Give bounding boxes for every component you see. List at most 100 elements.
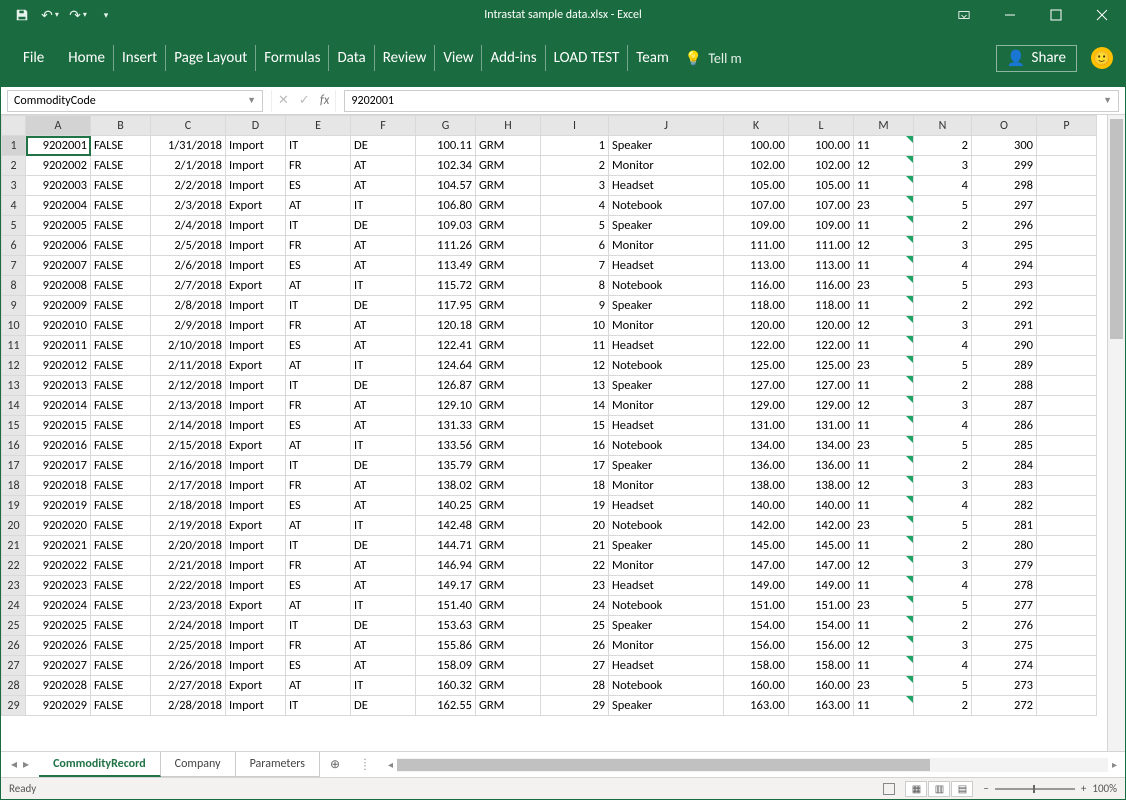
- ribbon-tab-load-test[interactable]: LOAD TEST: [546, 45, 629, 71]
- redo-button[interactable]: ↷▾: [65, 2, 91, 28]
- cell[interactable]: AT: [351, 336, 416, 356]
- cell[interactable]: 133.56: [416, 436, 476, 456]
- column-header[interactable]: M: [854, 116, 914, 136]
- cell[interactable]: 134.00: [724, 436, 789, 456]
- cell[interactable]: 19: [541, 496, 609, 516]
- cell[interactable]: GRM: [476, 556, 541, 576]
- cell[interactable]: Monitor: [609, 476, 724, 496]
- cell[interactable]: Speaker: [609, 216, 724, 236]
- cell[interactable]: 102.00: [789, 156, 854, 176]
- cell[interactable]: Export: [226, 436, 286, 456]
- cell[interactable]: 140.00: [724, 496, 789, 516]
- column-header[interactable]: P: [1037, 116, 1097, 136]
- cell[interactable]: 11: [854, 296, 914, 316]
- cell[interactable]: Monitor: [609, 636, 724, 656]
- cell[interactable]: 11: [854, 216, 914, 236]
- cell[interactable]: 9202021: [26, 536, 91, 556]
- cell[interactable]: 2/8/2018: [151, 296, 226, 316]
- cell[interactable]: 3: [541, 176, 609, 196]
- cell[interactable]: 2/25/2018: [151, 636, 226, 656]
- cell[interactable]: 2/19/2018: [151, 516, 226, 536]
- cell[interactable]: 106.80: [416, 196, 476, 216]
- cell[interactable]: FALSE: [91, 256, 151, 276]
- cell[interactable]: DE: [351, 136, 416, 156]
- cell[interactable]: 8: [541, 276, 609, 296]
- cell[interactable]: Monitor: [609, 396, 724, 416]
- cell[interactable]: GRM: [476, 276, 541, 296]
- sheet-tab[interactable]: Parameters: [236, 752, 320, 777]
- row-header[interactable]: 6: [2, 236, 26, 256]
- column-header[interactable]: O: [972, 116, 1037, 136]
- cell[interactable]: Import: [226, 396, 286, 416]
- cell[interactable]: Import: [226, 296, 286, 316]
- cell[interactable]: 9202017: [26, 456, 91, 476]
- qat-customize-button[interactable]: ▾: [93, 2, 119, 28]
- cell[interactable]: Import: [226, 696, 286, 716]
- cell[interactable]: 147.00: [724, 556, 789, 576]
- cell[interactable]: Import: [226, 336, 286, 356]
- ribbon-tab-team[interactable]: Team: [628, 45, 677, 71]
- cell[interactable]: IT: [286, 616, 351, 636]
- cell[interactable]: AT: [351, 396, 416, 416]
- cell[interactable]: FALSE: [91, 536, 151, 556]
- cell[interactable]: 2/23/2018: [151, 596, 226, 616]
- cell[interactable]: DE: [351, 216, 416, 236]
- cell[interactable]: 4: [914, 576, 972, 596]
- cell[interactable]: GRM: [476, 576, 541, 596]
- cell[interactable]: 2/1/2018: [151, 156, 226, 176]
- cell[interactable]: GRM: [476, 436, 541, 456]
- cell[interactable]: 5: [914, 676, 972, 696]
- cell[interactable]: IT: [286, 536, 351, 556]
- cell[interactable]: Notebook: [609, 676, 724, 696]
- cell[interactable]: AT: [351, 496, 416, 516]
- cell[interactable]: 129.00: [789, 396, 854, 416]
- cell[interactable]: AT: [351, 656, 416, 676]
- cell[interactable]: Headset: [609, 656, 724, 676]
- cell[interactable]: 9202019: [26, 496, 91, 516]
- cell[interactable]: GRM: [476, 196, 541, 216]
- save-button[interactable]: [9, 2, 35, 28]
- cell[interactable]: 297: [972, 196, 1037, 216]
- cell[interactable]: 2/6/2018: [151, 256, 226, 276]
- ribbon-options-button[interactable]: [941, 1, 987, 29]
- cell[interactable]: 2/17/2018: [151, 476, 226, 496]
- cell[interactable]: 129.10: [416, 396, 476, 416]
- cell[interactable]: Notebook: [609, 276, 724, 296]
- cell[interactable]: 9202008: [26, 276, 91, 296]
- cell[interactable]: 105.00: [789, 176, 854, 196]
- cell[interactable]: 299: [972, 156, 1037, 176]
- sheet-first-button[interactable]: ◂: [11, 757, 17, 772]
- cell[interactable]: [1037, 536, 1097, 556]
- cell[interactable]: 116.00: [789, 276, 854, 296]
- cell[interactable]: 9202013: [26, 376, 91, 396]
- cell[interactable]: 21: [541, 536, 609, 556]
- cell[interactable]: 2: [914, 696, 972, 716]
- cell[interactable]: IT: [351, 676, 416, 696]
- cell[interactable]: 25: [541, 616, 609, 636]
- maximize-button[interactable]: [1033, 1, 1079, 29]
- cell[interactable]: 2/15/2018: [151, 436, 226, 456]
- cell[interactable]: [1037, 296, 1097, 316]
- column-header[interactable]: D: [226, 116, 286, 136]
- cell[interactable]: 151.00: [789, 596, 854, 616]
- cell[interactable]: 162.55: [416, 696, 476, 716]
- cell[interactable]: Export: [226, 196, 286, 216]
- cell[interactable]: GRM: [476, 316, 541, 336]
- cell[interactable]: 138.02: [416, 476, 476, 496]
- cell[interactable]: 136.00: [724, 456, 789, 476]
- cell[interactable]: 2/10/2018: [151, 336, 226, 356]
- row-header[interactable]: 7: [2, 256, 26, 276]
- cell[interactable]: 9202022: [26, 556, 91, 576]
- cell[interactable]: [1037, 156, 1097, 176]
- cell[interactable]: 5: [914, 436, 972, 456]
- cell[interactable]: 111.00: [789, 236, 854, 256]
- cell[interactable]: FR: [286, 636, 351, 656]
- cell[interactable]: FALSE: [91, 656, 151, 676]
- cell[interactable]: AT: [286, 436, 351, 456]
- cell[interactable]: 4: [914, 176, 972, 196]
- cell[interactable]: 3: [914, 476, 972, 496]
- cell[interactable]: GRM: [476, 376, 541, 396]
- cell[interactable]: ES: [286, 336, 351, 356]
- cell[interactable]: FALSE: [91, 296, 151, 316]
- row-header[interactable]: 9: [2, 296, 26, 316]
